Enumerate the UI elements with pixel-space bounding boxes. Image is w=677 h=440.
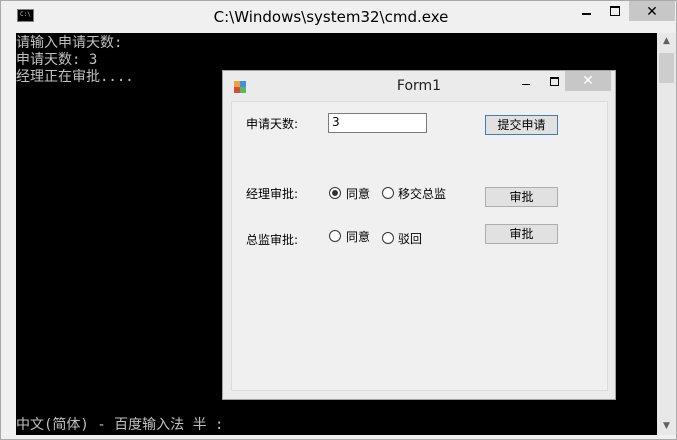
- director-reject-radio[interactable]: [382, 232, 394, 244]
- cmd-window-title: C:\Windows\system32\cmd.exe: [213, 8, 449, 26]
- submit-application-button[interactable]: 提交申请: [485, 115, 558, 135]
- console-scrollbar[interactable]: ▲ ▼: [657, 33, 676, 435]
- close-icon: ✕: [582, 73, 594, 89]
- form1-close-button[interactable]: ✕: [565, 71, 611, 91]
- form1-client-area: 申请天数: 3 提交申请 经理审批: 同意 移交总监 审批 总监审批: 同意 驳…: [231, 101, 608, 391]
- cmd-maximize-button[interactable]: [601, 1, 629, 21]
- console-line: 经理正在审批....: [16, 69, 134, 85]
- scroll-thumb[interactable]: [659, 53, 674, 83]
- scroll-up-arrow-icon[interactable]: ▲: [657, 33, 676, 50]
- close-icon: ✕: [646, 4, 658, 20]
- form1-minimize-button[interactable]: [513, 71, 541, 93]
- manager-approve-label[interactable]: 同意: [346, 185, 370, 202]
- manager-approve-button[interactable]: 审批: [485, 187, 558, 207]
- manager-transfer-label[interactable]: 移交总监: [398, 185, 446, 202]
- manager-approve-radio[interactable]: [329, 187, 341, 199]
- cmd-titlebar[interactable]: C:\ C:\Windows\system32\cmd.exe ✕: [1, 1, 676, 33]
- director-approve-radio[interactable]: [329, 230, 341, 242]
- director-approval-label: 总监审批:: [246, 233, 299, 247]
- director-approve-label[interactable]: 同意: [346, 228, 370, 245]
- manager-approval-label: 经理审批:: [246, 187, 299, 201]
- scroll-down-arrow-icon[interactable]: ▼: [657, 418, 676, 435]
- console-line: 申请天数: 3: [16, 52, 98, 68]
- manager-transfer-radio[interactable]: [382, 187, 394, 199]
- days-input[interactable]: 3: [328, 113, 427, 133]
- director-approve-button[interactable]: 审批: [485, 224, 558, 244]
- form1-window: Form1 ✕ 申请天数: 3 提交申请 经理审批: 同意 移交总监 审批 总监…: [222, 70, 616, 400]
- form1-titlebar[interactable]: Form1 ✕: [223, 71, 615, 101]
- ime-status-line: 中文(简体) - 百度输入法 半 :: [16, 417, 224, 433]
- director-reject-label[interactable]: 驳回: [398, 230, 422, 247]
- console-line: 请输入申请天数:: [16, 35, 123, 51]
- days-label: 申请天数:: [246, 117, 299, 131]
- cmd-close-button[interactable]: ✕: [629, 1, 675, 21]
- cmd-minimize-button[interactable]: [573, 1, 601, 21]
